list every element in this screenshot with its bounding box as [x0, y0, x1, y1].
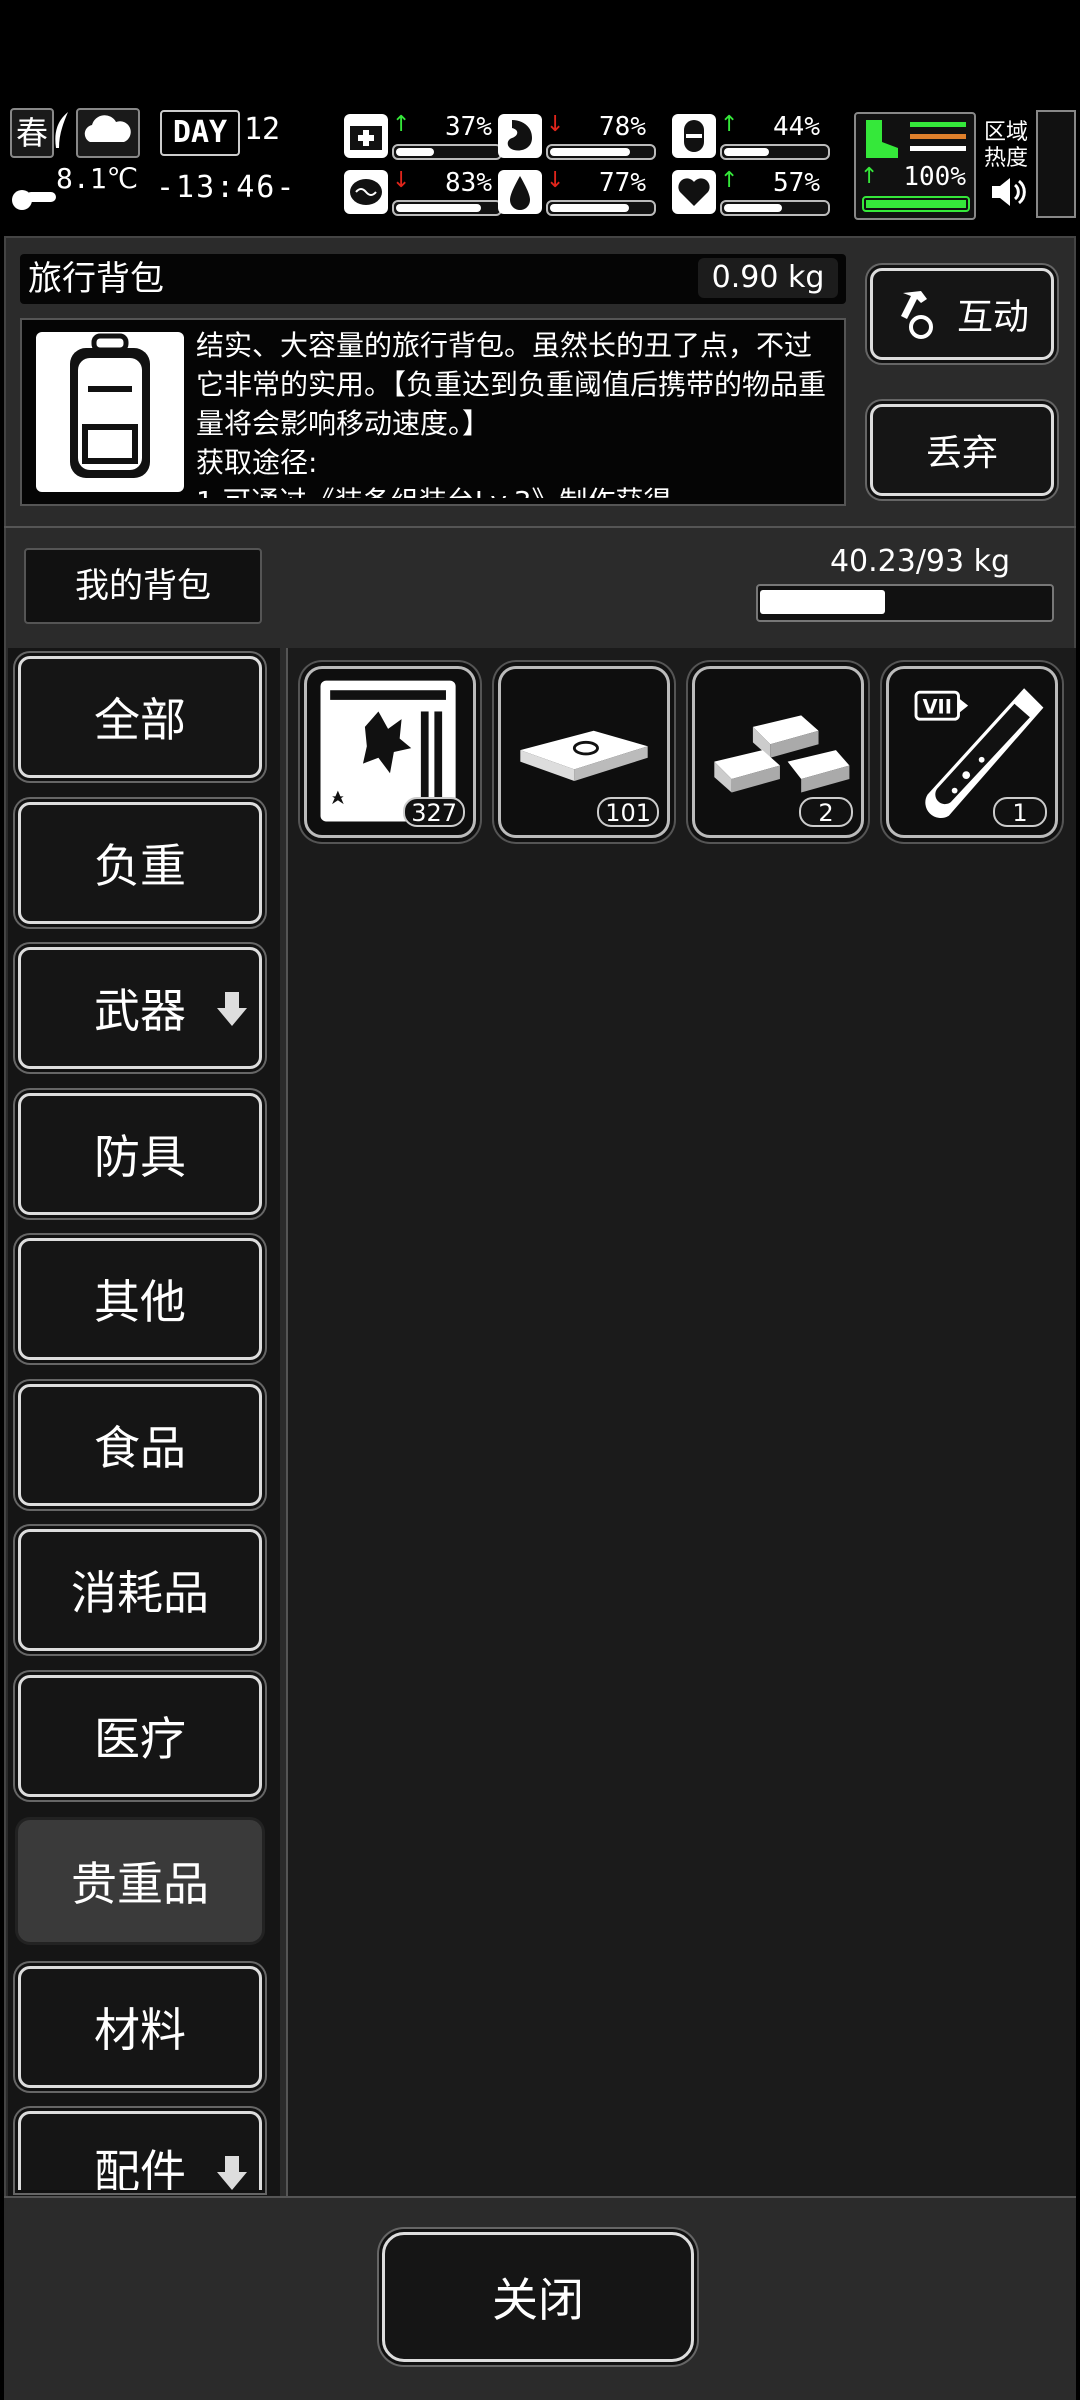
category-5[interactable]: 食品	[18, 1383, 262, 1506]
stat-mind: ↓ 83%	[344, 168, 504, 218]
svg-text:VII: VII	[923, 695, 952, 718]
inventory-slot-1[interactable]: 101	[498, 666, 670, 838]
water-bar	[546, 200, 656, 216]
item-description: 结实、大容量的旅行背包。虽然长的丑了点，不过它非常的实用。【负重达到负重阈值后携…	[196, 329, 827, 498]
section-divider	[4, 526, 1076, 528]
region-heat-label: 区域 热度	[984, 120, 1032, 180]
backpack-icon	[30, 328, 190, 496]
my-bag-tab[interactable]: 我的背包	[24, 548, 262, 624]
discard-label: 丢弃	[925, 433, 998, 474]
stamina-icon	[672, 114, 716, 158]
category-label: 食品	[94, 1420, 186, 1475]
category-8[interactable]: 贵重品	[18, 1820, 262, 1942]
interact-button[interactable]: 互动	[870, 268, 1054, 360]
category-label: 负重	[94, 838, 186, 893]
category-label: 医疗	[94, 1711, 186, 1766]
category-label: 全部	[94, 693, 186, 747]
stat-health: ↑ 37%	[344, 112, 504, 162]
capacity-bar-fill	[760, 590, 885, 614]
inventory-slot-3[interactable]: VII 1	[886, 666, 1058, 838]
mood-value: 57%	[773, 168, 820, 198]
hammer-hand-icon	[900, 291, 933, 339]
category-label: 配件	[94, 2145, 186, 2190]
category-label: 武器	[94, 984, 186, 1038]
close-label: 关闭	[492, 2273, 584, 2327]
health-bar	[392, 144, 502, 160]
thermometer-icon	[12, 190, 56, 210]
day-label: DAY	[160, 110, 240, 156]
category-label: 其他	[94, 1275, 186, 1329]
item-count: 1	[993, 797, 1047, 827]
category-label: 消耗品	[71, 1566, 209, 1620]
mood-bar	[720, 200, 830, 216]
category-2[interactable]: 武器	[18, 947, 262, 1069]
game-clock: -13:46-	[156, 170, 297, 205]
mood-icon	[672, 170, 716, 214]
water-icon	[498, 170, 542, 214]
region-label-line2: 热度	[984, 146, 1029, 171]
stamina-value: 44%	[773, 112, 820, 142]
item-weight: 0.90 kg	[698, 258, 838, 298]
discard-button[interactable]: 丢弃	[870, 404, 1054, 496]
item-count: 101	[597, 797, 659, 827]
stat-stamina: ↑ 44%	[672, 112, 832, 162]
category-3[interactable]: 防具	[18, 1092, 262, 1215]
mind-icon	[344, 170, 388, 214]
inventory-slot-0[interactable]: 327	[304, 666, 476, 838]
item-name: 旅行背包	[28, 259, 164, 299]
region-label-line1: 区域	[984, 120, 1029, 145]
category-1[interactable]: 负重	[18, 801, 262, 924]
category-label: 防具	[94, 1129, 186, 1184]
category-4[interactable]: 其他	[18, 1238, 262, 1360]
stat-water: ↓ 77%	[498, 168, 658, 218]
stomach-value: 78%	[599, 112, 646, 142]
category-label: 材料	[94, 2002, 186, 2057]
mind-bar	[392, 200, 502, 216]
speed-value: 100%	[903, 162, 966, 192]
category-9[interactable]: 材料	[18, 1965, 262, 2088]
stat-stomach: ↓ 78%	[498, 112, 658, 162]
close-button[interactable]: 关闭	[382, 2232, 694, 2362]
bag-capacity: 40.23/93 kg	[829, 544, 1011, 579]
category-6[interactable]: 消耗品	[18, 1529, 262, 1651]
feather-icon	[55, 112, 68, 148]
arrow-down-icon	[217, 992, 247, 1026]
weather-button[interactable]	[76, 108, 140, 158]
speed-panel: ↑ 100%	[854, 112, 976, 220]
cloud-icon	[84, 115, 131, 142]
mind-value: 83%	[445, 168, 492, 198]
inventory-slot-2[interactable]: 2	[692, 666, 864, 838]
arrow-down-icon	[217, 2156, 247, 2190]
stomach-bar	[546, 144, 656, 160]
health-value: 37%	[445, 112, 492, 142]
temperature-readout: 8.1℃	[56, 162, 139, 195]
water-value: 77%	[599, 168, 646, 198]
category-10[interactable]: 配件	[18, 2111, 262, 2190]
speaker-icon[interactable]	[988, 172, 1028, 212]
stomach-icon	[498, 114, 542, 158]
item-count: 2	[799, 797, 853, 827]
category-0[interactable]: 全部	[18, 656, 262, 778]
season-indicator: 春	[10, 108, 54, 158]
interact-label: 互动	[956, 297, 1029, 338]
health-icon	[344, 114, 388, 158]
item-grid	[286, 648, 1076, 2196]
category-7[interactable]: 医疗	[18, 1674, 262, 1797]
stat-mood: ↑ 57%	[672, 168, 832, 218]
day-number: 12	[244, 112, 281, 147]
stamina-bar	[720, 144, 830, 160]
boot-icon	[866, 120, 898, 158]
speed-bar	[862, 196, 970, 212]
region-heat-meter	[1036, 110, 1076, 218]
item-count: 327	[403, 797, 465, 827]
category-label: 贵重品	[71, 1857, 209, 1911]
